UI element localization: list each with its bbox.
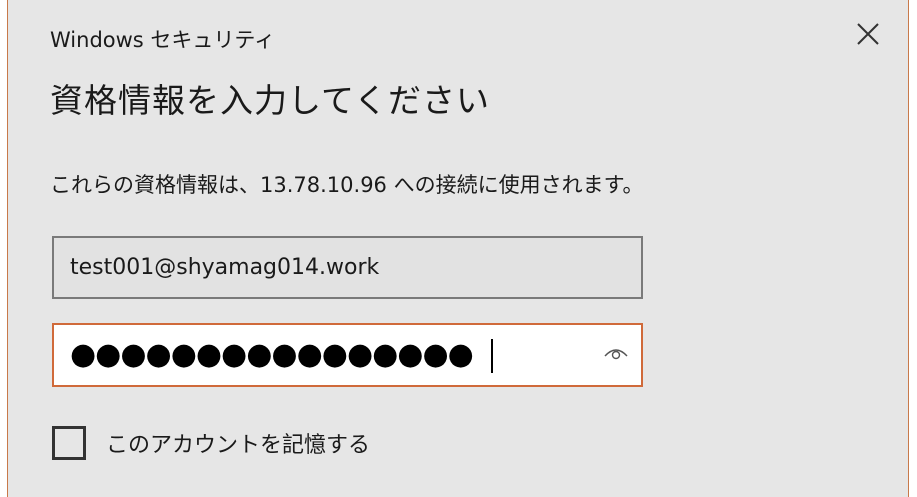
remember-account-option[interactable]: このアカウントを記憶する [52, 423, 370, 463]
dialog-description: これらの資格情報は、13.78.10.96 への接続に使用されます。 [50, 173, 644, 197]
close-icon [857, 23, 879, 49]
reveal-password-button[interactable] [599, 339, 633, 371]
credential-dialog: Windows セキュリティ 資格情報を入力してください これらの資格情報は、1… [7, 0, 909, 497]
username-field[interactable]: test001@shyamag014.work [52, 236, 643, 299]
password-field[interactable]: ●●●●●●●●●●●●●●●● [52, 323, 643, 387]
window-title: Windows セキュリティ [50, 28, 276, 52]
eye-icon [604, 345, 628, 365]
username-value: test001@shyamag014.work [70, 255, 380, 280]
remember-checkbox[interactable] [52, 426, 86, 460]
text-caret [491, 339, 493, 373]
close-button[interactable] [846, 14, 890, 58]
remember-label: このアカウントを記憶する [106, 433, 371, 458]
password-masked-value: ●●●●●●●●●●●●●●●● [70, 337, 474, 372]
dialog-heading: 資格情報を入力してください [50, 81, 491, 120]
